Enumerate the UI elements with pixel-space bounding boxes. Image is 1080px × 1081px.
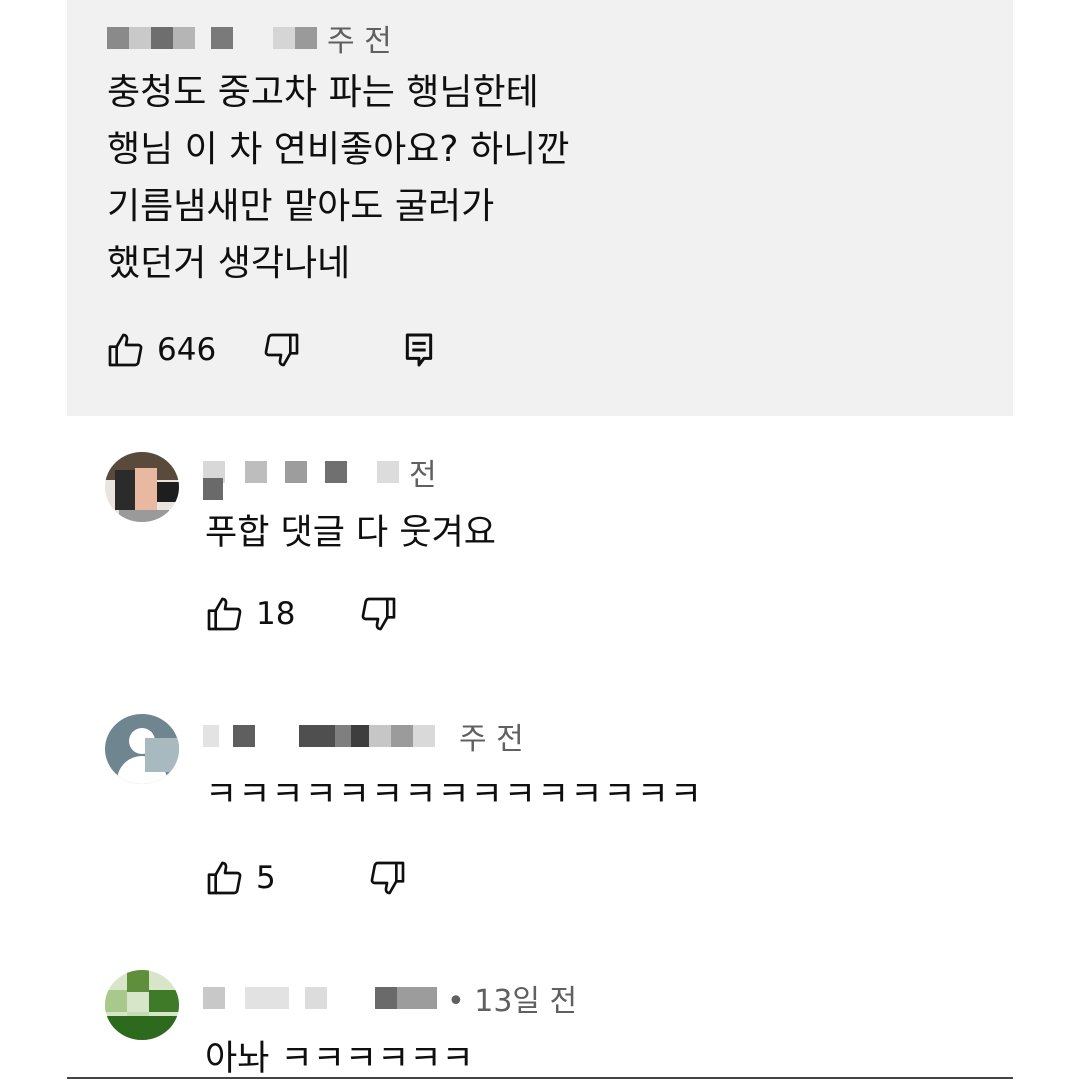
avatar	[105, 970, 179, 1040]
avatar	[105, 452, 179, 522]
comment-time: 전	[409, 458, 437, 493]
comment-time: 주 전	[327, 24, 392, 59]
like-count: 5	[256, 860, 276, 896]
redacted-username-line2	[203, 478, 223, 500]
redacted-username	[203, 461, 399, 483]
comment-meta: 전	[203, 452, 437, 493]
thumbs-up-icon	[204, 858, 244, 898]
like-count: 18	[256, 596, 296, 632]
reply-icon[interactable]	[402, 330, 436, 370]
like-button[interactable]: 5	[204, 858, 276, 898]
comment-text: 아놔 ㅋㅋㅋㅋㅋㅋ	[205, 1039, 474, 1079]
avatar	[105, 714, 179, 784]
comment-meta: 주 전	[107, 18, 392, 59]
comment-text: 푸합 댓글 다 웃겨요	[205, 513, 496, 553]
highlighted-comment: 주 전 충청도 중고차 파는 행님한테 행님 이 차 연비좋아요? 하니깐 기름…	[67, 0, 1013, 416]
comment-meta: 주 전	[203, 716, 524, 757]
redacted-username	[203, 987, 437, 1009]
comment-actions: 18	[204, 594, 399, 634]
comment-actions: 646	[105, 330, 436, 370]
comment-time: • 13일 전	[447, 984, 578, 1019]
comment-actions: 5	[204, 858, 408, 898]
like-count: 646	[157, 332, 217, 368]
comment-text: ㅋㅋㅋㅋㅋㅋㅋㅋㅋㅋㅋㅋㅋㅋㅋ	[205, 775, 704, 815]
thumbs-down-icon[interactable]	[262, 330, 302, 370]
thumbs-up-icon	[204, 594, 244, 634]
comment-meta: • 13일 전	[203, 978, 578, 1019]
thumbs-down-icon[interactable]	[368, 858, 408, 898]
redacted-username	[203, 725, 449, 747]
divider	[67, 1077, 1013, 1079]
thumbs-up-icon	[105, 330, 145, 370]
like-button[interactable]: 646	[105, 330, 216, 370]
comment-text: 충청도 중고차 파는 행님한테 행님 이 차 연비좋아요? 하니깐 기름냄새만 …	[107, 72, 570, 284]
comment-time: 주 전	[459, 722, 524, 757]
redacted-username	[107, 27, 317, 49]
like-button[interactable]: 18	[204, 594, 295, 634]
thumbs-down-icon[interactable]	[359, 594, 399, 634]
